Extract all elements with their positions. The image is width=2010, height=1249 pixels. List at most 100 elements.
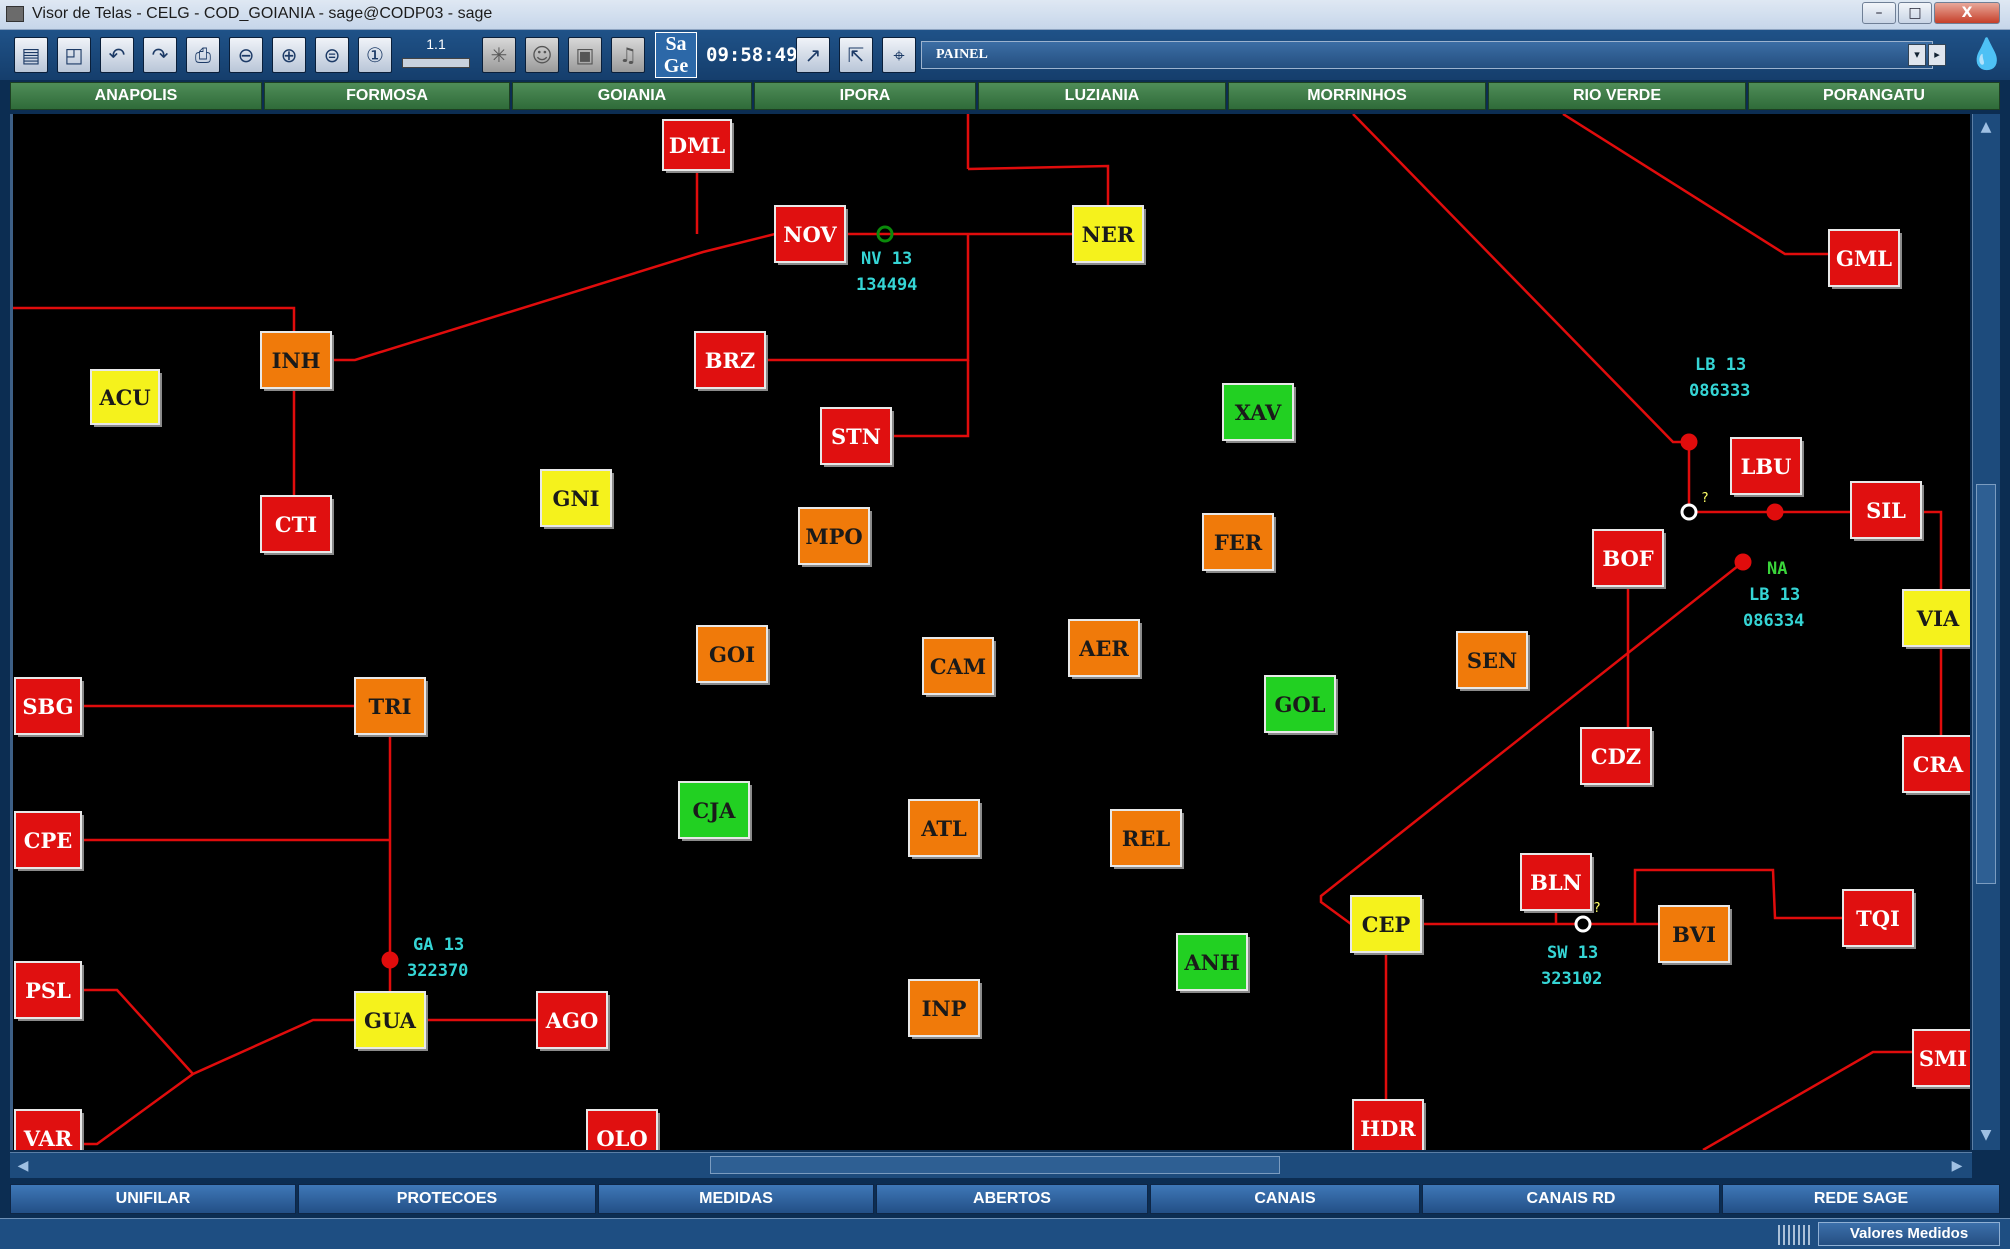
windows-icon[interactable]: ▣ bbox=[568, 37, 602, 73]
substation-via[interactable]: VIA bbox=[1902, 589, 1970, 649]
pointer-icon[interactable]: ↗ bbox=[796, 37, 830, 73]
substation-label: HDR bbox=[1360, 1116, 1416, 1141]
substation-gol[interactable]: GOL bbox=[1264, 675, 1338, 735]
bottom-tab-unifilar[interactable]: UNIFILAR bbox=[10, 1184, 296, 1214]
painel-field[interactable]: PAINEL bbox=[921, 41, 1933, 69]
substation-olo[interactable]: OLO bbox=[586, 1109, 660, 1150]
zoom-slider[interactable] bbox=[402, 58, 470, 68]
substation-var[interactable]: VAR bbox=[14, 1109, 84, 1150]
substation-sil[interactable]: SIL bbox=[1850, 481, 1924, 541]
zoom-reset-icon[interactable]: ① bbox=[358, 37, 392, 73]
substation-cja[interactable]: CJA bbox=[678, 781, 752, 841]
breaker-marker[interactable] bbox=[1766, 503, 1784, 521]
painel-next-icon[interactable]: ▸ bbox=[1928, 44, 1946, 66]
zoom-out-icon[interactable]: ⊖ bbox=[229, 37, 263, 73]
close-button[interactable]: X bbox=[1934, 2, 2000, 24]
print-icon[interactable]: ⎙ bbox=[186, 37, 220, 73]
substation-goi[interactable]: GOI bbox=[696, 625, 770, 685]
settings-icon[interactable]: ✳ bbox=[482, 37, 516, 73]
scroll-down-icon[interactable]: ▼ bbox=[1975, 1124, 1997, 1146]
screen-list-icon[interactable]: ▤ bbox=[14, 37, 48, 73]
substation-gni[interactable]: GNI bbox=[540, 469, 614, 529]
substation-tri[interactable]: TRI bbox=[354, 677, 428, 737]
breaker-marker[interactable] bbox=[381, 951, 399, 969]
region-tab-goiania[interactable]: GOIANIA bbox=[512, 82, 752, 110]
forward-screen-icon[interactable]: ↷ bbox=[143, 37, 177, 73]
breaker-marker[interactable] bbox=[1680, 433, 1698, 451]
breaker-marker[interactable] bbox=[1734, 553, 1752, 571]
minimize-button[interactable]: – bbox=[1862, 2, 1896, 24]
painel-dropdown-icon[interactable]: ▾ bbox=[1908, 44, 1926, 66]
breaker-marker[interactable] bbox=[1574, 915, 1592, 933]
substation-tqi[interactable]: TQI bbox=[1842, 889, 1916, 949]
substation-rel[interactable]: REL bbox=[1110, 809, 1184, 869]
substation-cdz[interactable]: CDZ bbox=[1580, 727, 1654, 787]
substation-psl[interactable]: PSL bbox=[14, 961, 84, 1021]
back-screen-icon[interactable]: ↶ bbox=[100, 37, 134, 73]
sound-icon[interactable]: ♫ bbox=[611, 37, 645, 73]
zoom-level-control[interactable]: 1.1 bbox=[398, 36, 474, 74]
substation-anh[interactable]: ANH bbox=[1176, 933, 1250, 993]
substation-dml[interactable]: DML bbox=[662, 119, 734, 173]
substation-inh[interactable]: INH bbox=[260, 331, 334, 391]
substation-gua[interactable]: GUA bbox=[354, 991, 428, 1051]
substation-brz[interactable]: BRZ bbox=[694, 331, 768, 391]
substation-ner[interactable]: NER bbox=[1072, 205, 1146, 265]
pin-icon[interactable]: ⌖ bbox=[882, 37, 916, 73]
zoom-in-icon[interactable]: ⊕ bbox=[272, 37, 306, 73]
bottom-tab-protecoes[interactable]: PROTECOES bbox=[298, 1184, 596, 1214]
substation-bln[interactable]: BLN bbox=[1520, 853, 1594, 913]
scroll-left-icon[interactable]: ◀ bbox=[12, 1155, 34, 1177]
substation-nov[interactable]: NOV bbox=[774, 205, 848, 265]
substation-acu[interactable]: ACU bbox=[90, 369, 162, 427]
substation-fer[interactable]: FER bbox=[1202, 513, 1276, 573]
bottom-tab-canais[interactable]: CANAIS bbox=[1150, 1184, 1420, 1214]
vertical-scrollbar[interactable]: ▲ ▼ bbox=[1972, 114, 2000, 1150]
substation-smi[interactable]: SMI bbox=[1912, 1029, 1970, 1089]
substation-cra[interactable]: CRA bbox=[1902, 735, 1970, 795]
substation-stn[interactable]: STN bbox=[820, 407, 894, 467]
region-tab-rio-verde[interactable]: RIO VERDE bbox=[1488, 82, 1746, 110]
substation-cpe[interactable]: CPE bbox=[14, 811, 84, 871]
substation-sbg[interactable]: SBG bbox=[14, 677, 84, 737]
region-tab-porangatu[interactable]: PORANGATU bbox=[1748, 82, 2000, 110]
bottom-tab-abertos[interactable]: ABERTOS bbox=[876, 1184, 1148, 1214]
substation-bof[interactable]: BOF bbox=[1592, 529, 1666, 589]
region-tab-luziania[interactable]: LUZIANIA bbox=[978, 82, 1226, 110]
substation-cep[interactable]: CEP bbox=[1350, 895, 1424, 955]
zoom-area-icon[interactable]: ⊜ bbox=[315, 37, 349, 73]
vertical-scroll-thumb[interactable] bbox=[1976, 484, 1996, 884]
substation-ago[interactable]: AGO bbox=[536, 991, 610, 1051]
substation-xav[interactable]: XAV bbox=[1222, 383, 1296, 443]
transmission-line bbox=[81, 1018, 355, 1146]
bottom-tab-rede-sage[interactable]: REDE SAGE bbox=[1722, 1184, 2000, 1214]
horizontal-scroll-thumb[interactable] bbox=[710, 1156, 1280, 1174]
substation-cam[interactable]: CAM bbox=[922, 637, 996, 697]
region-tab-ipora[interactable]: IPORA bbox=[754, 82, 976, 110]
substation-sen[interactable]: SEN bbox=[1456, 631, 1530, 691]
substation-mpo[interactable]: MPO bbox=[798, 507, 872, 567]
substation-lbu[interactable]: LBU bbox=[1730, 437, 1804, 497]
breaker-marker[interactable] bbox=[1680, 503, 1698, 521]
substation-bvi[interactable]: BVI bbox=[1658, 905, 1732, 965]
substation-hdr[interactable]: HDR bbox=[1352, 1099, 1426, 1150]
region-tab-formosa[interactable]: FORMOSA bbox=[264, 82, 510, 110]
diagram-canvas[interactable]: DML NOV NER GML INH ACU BRZ STN XAV LBU CTI GNI MPO F… bbox=[10, 114, 1970, 1150]
scroll-right-icon[interactable]: ▶ bbox=[1946, 1155, 1968, 1177]
substation-cti[interactable]: CTI bbox=[260, 495, 334, 555]
maximize-button[interactable]: □ bbox=[1898, 2, 1932, 24]
region-tab-anapolis[interactable]: ANAPOLIS bbox=[10, 82, 262, 110]
substation-inp[interactable]: INP bbox=[908, 979, 982, 1039]
horizontal-scrollbar[interactable]: ◀ ▶ bbox=[10, 1152, 1972, 1178]
bottom-tab-canais-rd[interactable]: CANAIS RD bbox=[1422, 1184, 1720, 1214]
scroll-up-icon[interactable]: ▲ bbox=[1975, 116, 1997, 138]
substation-aer[interactable]: AER bbox=[1068, 619, 1142, 679]
users-icon[interactable]: ☺ bbox=[525, 37, 559, 73]
open-screen-icon[interactable]: ◰ bbox=[57, 37, 91, 73]
substation-gml[interactable]: GML bbox=[1828, 229, 1902, 289]
navigate-icon[interactable]: ⇱ bbox=[839, 37, 873, 73]
substation-atl[interactable]: ATL bbox=[908, 799, 982, 859]
bottom-tab-medidas[interactable]: MEDIDAS bbox=[598, 1184, 874, 1214]
window-title-bar: Visor de Telas - CELG - COD_GOIANIA - sa… bbox=[0, 0, 2010, 30]
region-tab-morrinhos[interactable]: MORRINHOS bbox=[1228, 82, 1486, 110]
